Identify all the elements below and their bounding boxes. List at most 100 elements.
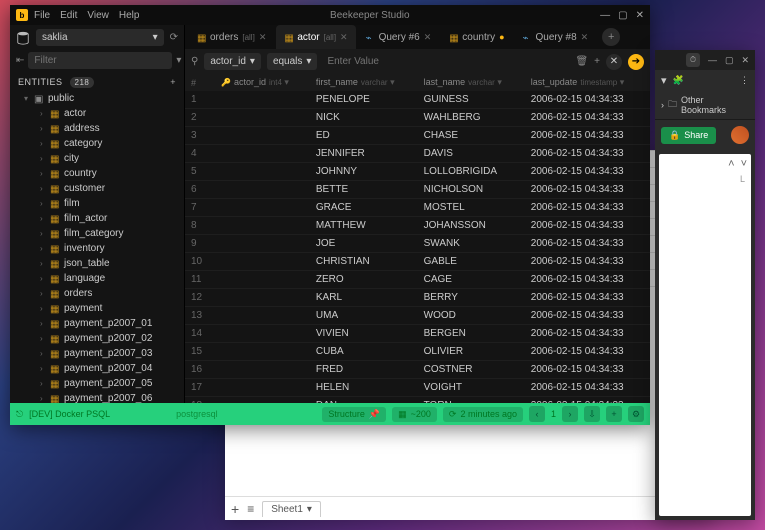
table-row[interactable]: 9JOESWANK2006-02-15 04:34:33 bbox=[185, 235, 650, 253]
cell[interactable]: GUINESS bbox=[418, 91, 525, 109]
cell[interactable] bbox=[215, 289, 310, 307]
minimize-icon[interactable]: — bbox=[708, 55, 717, 65]
tab-close-icon[interactable]: ✕ bbox=[259, 32, 267, 43]
close-icon[interactable]: ✕ bbox=[636, 10, 644, 21]
cell[interactable]: 2006-02-15 04:34:33 bbox=[525, 217, 650, 235]
table-row[interactable]: 10CHRISTIANGABLE2006-02-15 04:34:33 bbox=[185, 253, 650, 271]
table-node[interactable]: ›▦payment_p2007_04 bbox=[40, 361, 180, 376]
refresh-icon[interactable]: ⟳ bbox=[170, 32, 178, 43]
table-row[interactable]: 16FREDCOSTNER2006-02-15 04:34:33 bbox=[185, 361, 650, 379]
minimize-icon[interactable]: — bbox=[600, 10, 610, 21]
table-node[interactable]: ›▦city bbox=[40, 151, 180, 166]
page-number[interactable]: 1 bbox=[551, 409, 556, 419]
table-node[interactable]: ›▦film bbox=[40, 196, 180, 211]
cell[interactable]: DAVIS bbox=[418, 145, 525, 163]
cell[interactable]: JOE bbox=[310, 235, 418, 253]
cell[interactable] bbox=[215, 91, 310, 109]
cell[interactable]: ZERO bbox=[310, 271, 418, 289]
column-header[interactable]: last_updatetimestamp ▾ bbox=[525, 74, 650, 91]
extensions-icon[interactable]: 🧩 bbox=[673, 75, 684, 86]
tab-close-icon[interactable]: ✕ bbox=[424, 32, 432, 43]
table-row[interactable]: 11ZEROCAGE2006-02-15 04:34:33 bbox=[185, 271, 650, 289]
table-row[interactable]: 3EDCHASE2006-02-15 04:34:33 bbox=[185, 127, 650, 145]
menu-view[interactable]: View bbox=[87, 10, 109, 21]
cell[interactable]: BETTE bbox=[310, 181, 418, 199]
add-sheet-icon[interactable]: + bbox=[231, 501, 239, 517]
extension-icon[interactable]: ⏱ bbox=[686, 53, 700, 67]
table-row[interactable]: 12KARLBERRY2006-02-15 04:34:33 bbox=[185, 289, 650, 307]
chevron-down-icon[interactable]: ˅ bbox=[741, 158, 747, 170]
table-node[interactable]: ›▦film_actor bbox=[40, 211, 180, 226]
next-page-button[interactable]: › bbox=[562, 406, 578, 422]
table-node[interactable]: ›▦country bbox=[40, 166, 180, 181]
cell[interactable]: CHRISTIAN bbox=[310, 253, 418, 271]
table-node[interactable]: ›▦inventory bbox=[40, 241, 180, 256]
cell[interactable]: JOHANSSON bbox=[418, 217, 525, 235]
cell[interactable] bbox=[215, 127, 310, 145]
reset-filter-button[interactable]: ✕ bbox=[606, 54, 622, 70]
cell[interactable] bbox=[215, 271, 310, 289]
collapse-sidebar-icon[interactable]: ⇤ bbox=[16, 55, 24, 66]
cell[interactable]: WOOD bbox=[418, 307, 525, 325]
tab-country[interactable]: ▦country● bbox=[441, 25, 512, 49]
cell[interactable]: NICK bbox=[310, 109, 418, 127]
table-node[interactable]: ›▦language bbox=[40, 271, 180, 286]
table-row[interactable]: 2NICKWAHLBERG2006-02-15 04:34:33 bbox=[185, 109, 650, 127]
cell[interactable]: 2006-02-15 04:34:33 bbox=[525, 127, 650, 145]
database-select[interactable]: saklia▾ bbox=[36, 29, 164, 46]
cell[interactable]: VOIGHT bbox=[418, 379, 525, 397]
table-node[interactable]: ›▦payment_p2007_01 bbox=[40, 316, 180, 331]
cell[interactable] bbox=[215, 361, 310, 379]
cell[interactable]: 2006-02-15 04:34:33 bbox=[525, 289, 650, 307]
schema-node[interactable]: ▾ ▣ public bbox=[14, 91, 180, 106]
filter-value-input[interactable] bbox=[323, 53, 569, 70]
cell[interactable]: MOSTEL bbox=[418, 199, 525, 217]
last-refresh-pill[interactable]: ⟳2 minutes ago bbox=[443, 407, 523, 422]
trash-icon[interactable]: 🗑 bbox=[575, 56, 588, 67]
cell[interactable]: PENELOPE bbox=[310, 91, 418, 109]
table-node[interactable]: ›▦category bbox=[40, 136, 180, 151]
table-node[interactable]: ›▦actor bbox=[40, 106, 180, 121]
menu-help[interactable]: Help bbox=[119, 10, 140, 21]
cell[interactable]: SWANK bbox=[418, 235, 525, 253]
cell[interactable]: JENNIFER bbox=[310, 145, 418, 163]
table-node[interactable]: ›▦payment_p2007_06 bbox=[40, 391, 180, 403]
cell[interactable]: 2006-02-15 04:34:33 bbox=[525, 271, 650, 289]
table-node[interactable]: ›▦film_category bbox=[40, 226, 180, 241]
tab-orders[interactable]: ▦orders[all]✕ bbox=[189, 25, 274, 49]
cell[interactable] bbox=[215, 253, 310, 271]
table-row[interactable]: 14VIVIENBERGEN2006-02-15 04:34:33 bbox=[185, 325, 650, 343]
table-row[interactable]: 13UMAWOOD2006-02-15 04:34:33 bbox=[185, 307, 650, 325]
cell[interactable]: 2006-02-15 04:34:33 bbox=[525, 343, 650, 361]
table-row[interactable]: 8MATTHEWJOHANSSON2006-02-15 04:34:33 bbox=[185, 217, 650, 235]
cell[interactable]: CHASE bbox=[418, 127, 525, 145]
add-filter-icon[interactable]: + bbox=[594, 56, 600, 67]
filter-input[interactable] bbox=[28, 52, 172, 69]
maximize-icon[interactable]: ▢ bbox=[725, 55, 734, 66]
connection-name[interactable]: [DEV] Docker PSQL bbox=[29, 409, 110, 419]
table-node[interactable]: ›▦address bbox=[40, 121, 180, 136]
prev-page-button[interactable]: ‹ bbox=[529, 406, 545, 422]
table-node[interactable]: ›▦payment bbox=[40, 301, 180, 316]
cell[interactable]: 2006-02-15 04:34:33 bbox=[525, 253, 650, 271]
filter-caret-icon[interactable]: ▾ bbox=[176, 55, 181, 66]
cell[interactable] bbox=[215, 199, 310, 217]
cell[interactable] bbox=[215, 235, 310, 253]
export-button[interactable]: ⇩ bbox=[584, 406, 600, 422]
column-header[interactable]: last_namevarchar ▾ bbox=[418, 74, 525, 91]
cell[interactable]: CUBA bbox=[310, 343, 418, 361]
cell[interactable] bbox=[215, 145, 310, 163]
tab-query-6[interactable]: ⌁Query #6✕ bbox=[358, 25, 440, 49]
cell[interactable]: MATTHEW bbox=[310, 217, 418, 235]
settings-gear-icon[interactable]: ⚙ bbox=[628, 406, 644, 422]
add-entity-icon[interactable]: + bbox=[170, 77, 176, 87]
column-header[interactable]: first_namevarchar ▾ bbox=[310, 74, 418, 91]
cell[interactable]: VIVIEN bbox=[310, 325, 418, 343]
cell[interactable] bbox=[215, 343, 310, 361]
share-button[interactable]: 🔒Share bbox=[661, 127, 716, 144]
tab-close-icon[interactable]: ✕ bbox=[340, 32, 348, 43]
cell[interactable]: 2006-02-15 04:34:33 bbox=[525, 325, 650, 343]
cell[interactable] bbox=[215, 163, 310, 181]
cell[interactable]: COSTNER bbox=[418, 361, 525, 379]
cell[interactable]: GRACE bbox=[310, 199, 418, 217]
